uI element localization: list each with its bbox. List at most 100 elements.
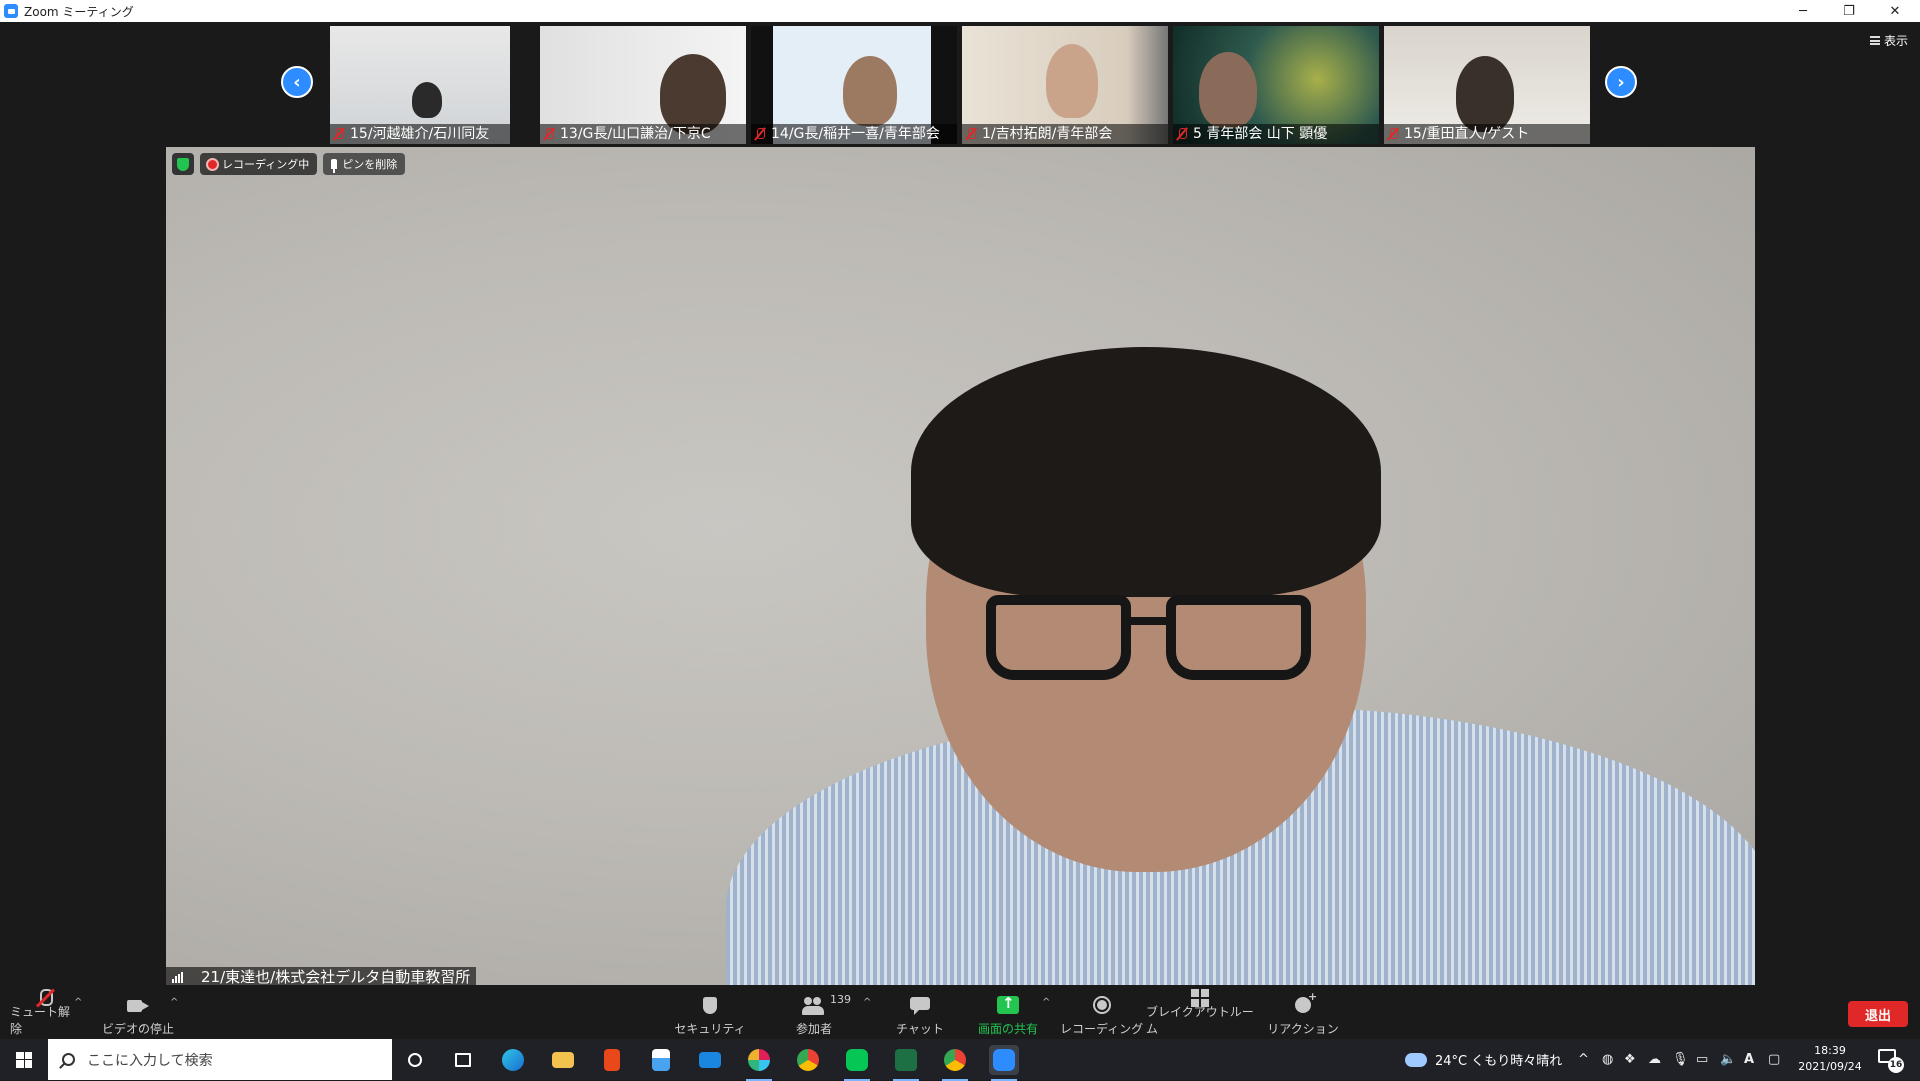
video-options-caret[interactable]: ^ [170,997,178,1008]
audio-options-caret[interactable]: ^ [74,997,82,1008]
people-icon [802,996,826,1016]
chrome-icon[interactable] [793,1045,823,1075]
share-screen-button[interactable]: 画面の共有 [966,989,1050,1037]
file-explorer-icon[interactable] [548,1045,578,1075]
security-button[interactable]: セキュリティ [670,989,750,1037]
taskbar-search-box[interactable]: ここに入力して検索 [48,1039,392,1080]
chat-bubble-icon [908,996,932,1016]
cortana-icon[interactable] [400,1045,430,1075]
slack-icon[interactable] [744,1045,774,1081]
chrome-profile-icon[interactable] [940,1045,970,1081]
start-button[interactable] [0,1039,48,1080]
mic-muted-icon [334,127,344,141]
participant-video [412,82,442,118]
participant-tile[interactable]: 14/G長/稲井一喜/青年部会 [751,26,957,144]
smiley-icon [1291,990,1317,1016]
active-speaker-video[interactable]: レコーディング中 ピンを削除 21/東達也/株式会社デルタ自動車教習所 [166,147,1755,987]
participant-tile[interactable]: 5 青年部会 山下 顕優 [1173,26,1379,144]
windows-logo-icon [16,1051,32,1068]
ime-mode-icon[interactable]: ▢ [1768,1051,1780,1067]
participant-name-label: 13/G長/山口謙治/下京C [540,124,746,144]
participants-options-caret[interactable]: ^ [863,997,871,1008]
gallery-prev-button[interactable]: ‹ [281,66,313,98]
onedrive-icon[interactable]: ☁ [1648,1051,1661,1067]
speaker-name-label: 21/東達也/株式会社デルタ自動車教習所 [166,967,477,987]
window-titlebar: Zoom ミーティング ─ ❐ ✕ [0,0,1920,22]
restore-button[interactable]: ❐ [1826,0,1872,22]
breakout-rooms-icon [1188,989,1212,999]
show-hidden-icons-chevron[interactable]: ^ [1578,1051,1589,1067]
video-overlay-badges: レコーディング中 ピンを削除 [172,153,406,175]
task-view-icon[interactable] [448,1045,478,1075]
volume-icon[interactable]: 🔈 [1720,1051,1736,1067]
breakout-rooms-button[interactable]: ブレイクアウトルーム [1146,989,1254,1037]
stop-video-button[interactable]: ビデオの停止 [100,989,176,1037]
zoom-app-icon [4,4,18,18]
participant-tile[interactable]: 15/重田直人/ゲスト [1384,26,1590,144]
microphone-muted-icon [33,989,57,1006]
recording-label: レコーディング中 [222,158,310,171]
partly-cloudy-icon [1402,1046,1427,1067]
zoom-taskbar-icon[interactable] [989,1045,1019,1081]
edge-browser-icon[interactable] [498,1045,528,1075]
speaker-glasses-left [986,595,1131,680]
reactions-button[interactable]: リアクション [1260,989,1346,1037]
microphone-icon[interactable]: 🎙 [1672,1051,1689,1067]
participant-name-label: 15/河越雄介/石川同友 [330,124,510,144]
notification-center-button[interactable]: 16 [1874,1047,1908,1073]
participant-tile[interactable]: 15/河越雄介/石川同友 [330,26,510,144]
recording-dot-icon [208,159,217,169]
recording-button[interactable]: レコーディング [1060,989,1143,1037]
unpin-button[interactable]: ピンを削除 [323,153,406,175]
signal-strength-icon [172,971,183,983]
mic-muted-icon [966,127,976,141]
weather-text: 24°C くもり時々晴れ [1435,1054,1563,1069]
system-clock[interactable]: 18:39 2021/09/24 [1790,1043,1870,1075]
encryption-shield-icon[interactable] [172,153,194,175]
close-button[interactable]: ✕ [1872,0,1918,22]
camera-tray-icon[interactable]: ◍ [1602,1051,1613,1067]
participant-name-label: 15/重田直人/ゲスト [1384,124,1590,144]
unmute-button[interactable]: ミュート解除 [10,989,80,1037]
view-toggle-label: 表示 [1883,34,1908,48]
share-options-caret[interactable]: ^ [1042,997,1050,1008]
speaker-hair [911,347,1381,597]
participant-tile[interactable]: 13/G長/山口謙治/下京C [540,26,746,144]
mic-muted-icon [1388,127,1398,141]
participant-video [843,56,897,126]
participant-name-label: 14/G長/稲井一喜/青年部会 [751,124,957,144]
office-icon[interactable] [597,1045,627,1075]
minimize-button[interactable]: ─ [1780,0,1826,22]
participant-name-label: 1/吉村拓朗/青年部会 [962,124,1168,144]
participant-name-label: 5 青年部会 山下 顕優 [1173,124,1379,144]
notification-count: 16 [1888,1057,1904,1073]
participant-video [660,54,726,134]
weather-widget[interactable]: 24°C くもり時々晴れ [1402,1039,1563,1080]
clock-date: 2021/09/24 [1798,1060,1862,1073]
record-icon [1090,996,1114,1016]
pin-icon [331,159,338,173]
shield-icon [698,996,722,1016]
gallery-next-button[interactable]: › [1605,66,1637,98]
search-icon [62,1053,75,1066]
participant-tile[interactable]: 1/吉村拓朗/青年部会 [962,26,1168,144]
windows-taskbar: ここに入力して検索 24°C くもり時々晴れ ^ ◍ ❖ ☁ 🎙 ▭ 🔈 A ▢… [0,1039,1920,1081]
clock-time: 18:39 [1814,1044,1846,1057]
ime-indicator[interactable]: A [1744,1051,1754,1067]
mail-icon[interactable] [695,1045,725,1075]
recording-indicator[interactable]: レコーディング中 [200,153,318,175]
dropbox-icon[interactable]: ❖ [1624,1051,1636,1067]
excel-icon[interactable] [891,1045,921,1081]
line-icon[interactable] [842,1045,872,1081]
window-title: Zoom ミーティング [24,4,134,19]
mic-muted-icon [755,127,765,141]
store-icon[interactable] [646,1045,676,1075]
meeting-stage: ‹ › 表示 15/河越雄介/石川同友 13/G長/山口謙治/下京C 14/G長… [0,22,1920,987]
mic-muted-icon [1177,127,1187,141]
grid-view-icon [1869,36,1880,45]
network-icon[interactable]: ▭ [1696,1051,1708,1067]
chat-button[interactable]: チャット [880,989,960,1037]
view-toggle-button[interactable]: 表示 [1869,32,1908,49]
meeting-toolbar: ミュート解除 ^ ビデオの停止 ^ セキュリティ 参加者 139 ^ チャット … [0,985,1920,1039]
leave-meeting-button[interactable]: 退出 [1848,1001,1908,1027]
